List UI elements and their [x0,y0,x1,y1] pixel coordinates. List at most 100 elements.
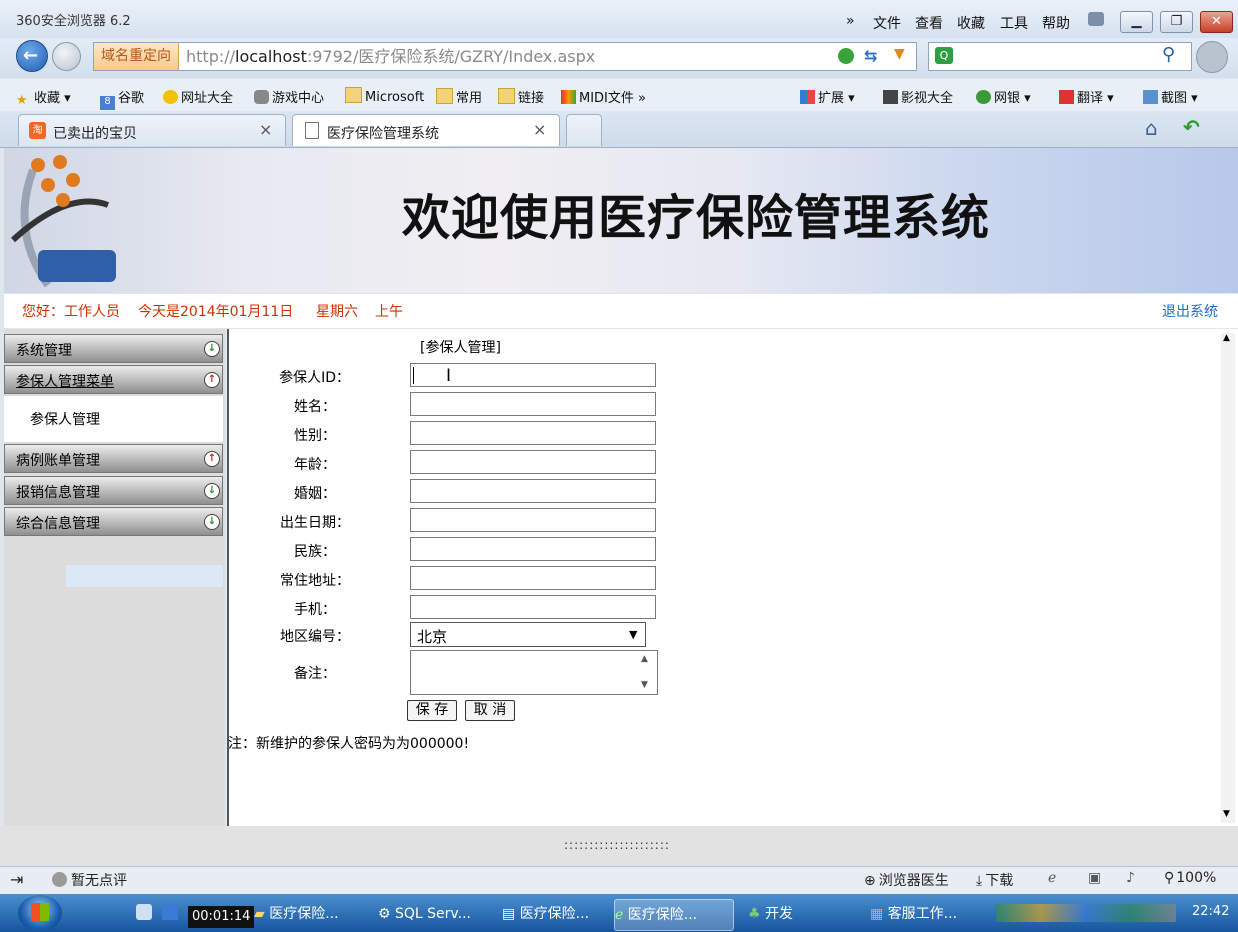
region-select[interactable]: 北京 ▼ [410,622,646,647]
menu-favorites[interactable]: 收藏 [957,13,985,33]
taskbar-item-service[interactable]: ▦ 客服工作... [870,899,980,929]
bookmark-links[interactable]: 链接 [498,87,544,106]
bookmark-games[interactable]: 游戏中心 [254,87,324,106]
film-icon [883,90,898,104]
sidebar-item-reimbursement[interactable]: 报销信息管理 ↓ [4,476,223,505]
download-button[interactable]: ⤓ 下载 [976,870,1013,890]
cancel-button[interactable]: 取 消 [465,700,515,721]
minimize-button[interactable]: ▁ [1120,11,1153,33]
zoom-level: 100% [1176,870,1217,886]
scissors-icon [1143,90,1158,104]
ie-icon[interactable]: ℯ [1048,870,1056,886]
gender-input[interactable] [410,421,656,445]
refresh-icon[interactable]: ⇆ [864,46,877,65]
bookmark-favorites[interactable]: ★ 收藏 ▾ [16,87,71,108]
taskbar-item-folder[interactable]: ▰ 医疗保险... [254,899,364,929]
close-window-button[interactable]: ✕ [1200,11,1233,33]
sidebar-item-system[interactable]: 系统管理 ↓ [4,334,223,363]
page-scrollbar[interactable]: ▲ ▼ [1221,333,1235,823]
tab-insurance-system[interactable]: 医疗保险管理系统 × [292,114,560,146]
ie-mode-icon[interactable] [838,48,854,64]
scroll-down-icon[interactable]: ▼ [1223,809,1230,819]
bookmark-microsoft[interactable]: Microsoft [345,87,424,105]
bookmark-extensions[interactable]: 扩展 ▾ [800,87,855,106]
bookmark-common[interactable]: 常用 [436,87,482,106]
search-engine-icon[interactable]: Q [935,47,953,64]
scroll-up-icon[interactable]: ▲ [1223,333,1230,343]
volume-icon[interactable]: ♪ [1126,870,1135,886]
bookmark-video[interactable]: 影视大全 [883,87,953,106]
menu-tools[interactable]: 工具 [1000,13,1028,33]
windows-logo-icon [31,903,49,921]
ethnicity-input[interactable] [410,537,656,561]
review-status[interactable]: 暂无点评 [52,870,127,890]
scroll-down-icon[interactable]: ▼ [641,680,648,690]
system-tray-icons[interactable] [996,904,1176,922]
google-icon: 8 [100,96,115,110]
address-input[interactable] [410,566,656,590]
taskbar-item-label: 医疗保险... [269,906,339,922]
sidebar-item-comprehensive[interactable]: 综合信息管理 ↓ [4,507,223,536]
translate-icon [1059,90,1074,104]
name-input[interactable] [410,392,656,416]
url-text[interactable]: http://localhost:9792/医疗保险系统/GZRY/Index.… [186,43,595,70]
age-input[interactable] [410,450,656,474]
logout-link[interactable]: 退出系统 [1162,301,1218,321]
bookmark-translate[interactable]: 翻译 ▾ [1059,87,1114,106]
bookmark-bank[interactable]: 网银 ▾ [976,87,1031,106]
folder-icon [345,87,362,103]
taskbar-item-vs[interactable]: ▤ 医疗保险... [502,899,614,929]
zoom-control[interactable]: ⚲ 100% [1164,870,1216,886]
back-button[interactable]: ← [16,40,48,72]
birthdate-input[interactable] [410,508,656,532]
bookmark-label: 链接 [518,91,545,106]
marriage-input[interactable] [410,479,656,503]
taskbar-item-dev[interactable]: ♣ 开发 [748,899,848,929]
tab-close-icon[interactable]: × [259,120,272,139]
search-icon[interactable]: ⚲ [1162,44,1175,65]
menu-file[interactable]: 文件 [873,13,901,33]
window-list-icon[interactable]: ▣ [1088,870,1101,886]
splitter-handle[interactable]: ::::::::::::::::::::: [564,838,670,852]
home-icon[interactable]: ⌂ [1145,116,1158,140]
maximize-button[interactable]: ❐ [1160,11,1193,33]
sidebar-item-label: 参保人管理菜单 [16,374,114,390]
undo-close-icon[interactable]: ↶ [1183,115,1200,139]
mobile-input[interactable] [410,595,656,619]
bookmark-label: 网址大全 [181,91,234,106]
save-button[interactable]: 保 存 [407,700,457,721]
url-path: :9792/医疗保险系统/GZRY/Index.aspx [306,47,596,66]
tab-sold-items[interactable]: 淘 已卖出的宝贝 × [18,114,286,146]
sidebar-item-case-bills[interactable]: 病例账单管理 ↑ [4,444,223,473]
sidebar-item-insured-menu[interactable]: 参保人管理菜单 ↑ [4,365,223,394]
browser-doctor[interactable]: ⊕ 浏览器医生 [864,870,949,890]
submenu-insured-manage[interactable]: 参保人管理 [30,409,100,429]
quicklaunch-explorer-icon[interactable] [162,904,178,920]
avatar[interactable] [1196,41,1228,73]
tab-close-icon[interactable]: × [533,120,546,139]
bookmark-google[interactable]: 8 谷歌 [100,87,144,110]
bookmark-midi[interactable]: MIDI文件 » [561,87,646,106]
forward-button[interactable] [52,42,81,71]
scroll-up-icon[interactable]: ▲ [641,654,648,664]
search-box[interactable]: Q [928,42,1192,71]
time-period: 上午 [375,304,403,320]
taskbar-item-browser[interactable]: ℯ 医疗保险... [614,899,734,931]
dropdown-chevron-icon[interactable]: ▼ [894,46,905,62]
address-bar[interactable]: 域名重定向 http://localhost:9792/医疗保险系统/GZRY/… [93,42,917,71]
bookmark-screenshot[interactable]: 截图 ▾ [1143,87,1198,106]
new-tab-button[interactable] [566,114,602,146]
start-button[interactable] [18,895,62,931]
bookmark-sites[interactable]: 网址大全 [163,87,233,106]
redirect-tag[interactable]: 域名重定向 [94,43,179,70]
quicklaunch-ie-icon[interactable] [136,904,152,920]
skin-icon[interactable] [1088,12,1104,26]
menu-help[interactable]: 帮助 [1042,13,1070,33]
taskbar-item-sql[interactable]: ⚙ SQL Serv... [378,899,490,929]
menu-view[interactable]: 查看 [915,13,943,33]
star-icon: ★ [16,93,28,108]
sidebar-toggle-icon[interactable]: ⇥ [10,870,23,889]
sidebar-item-label: 报销信息管理 [16,485,100,501]
remark-textarea[interactable] [410,650,658,695]
menu-expand-icon[interactable]: » [846,13,855,29]
